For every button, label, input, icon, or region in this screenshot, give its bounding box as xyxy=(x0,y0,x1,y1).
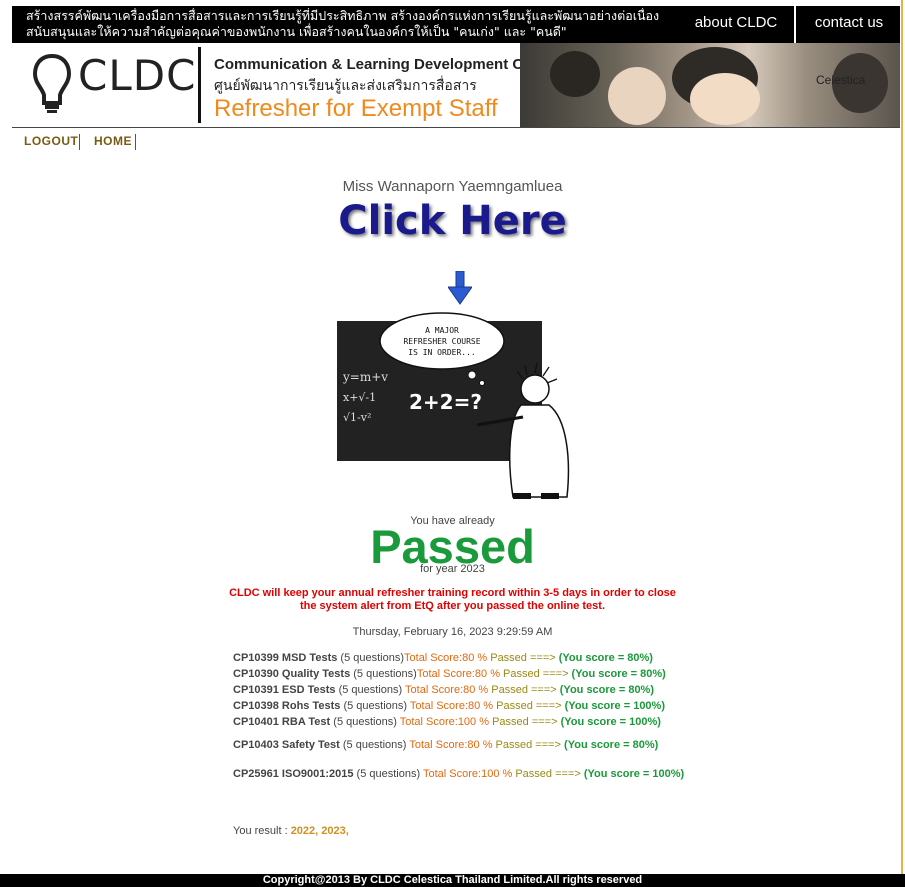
home-link[interactable]: HOME xyxy=(94,134,132,148)
cartoon-board-text: 2+2=? xyxy=(409,390,482,414)
user-name: Miss Wannaporn Yaemngamluea xyxy=(342,178,563,195)
about-link[interactable]: about CLDC xyxy=(688,6,784,43)
logout-link[interactable]: LOGOUT xyxy=(24,134,78,148)
year-text: for year 2023 xyxy=(420,563,485,575)
slogan-line-1: สร้างสรรค์พัฒนาเครื่องมือการสื่อสารและกา… xyxy=(26,8,660,23)
note-line-2: the system alert from EtQ after you pass… xyxy=(299,600,606,612)
result-row: CP10399 MSD Tests (5 questions)Total Sco… xyxy=(233,652,653,664)
nav-separator xyxy=(135,134,136,150)
click-here-link[interactable]: Click Here xyxy=(0,198,905,244)
top-banner: สร้างสรรค์พัฒนาเครื่องมือการสื่อสารและกา… xyxy=(12,6,900,43)
refresher-cartoon-image[interactable]: y=m+v x+√-1 √1-v² A MAJOR REFRESHER COUR… xyxy=(337,309,577,505)
arrow-down-icon xyxy=(448,271,472,305)
result-row: CP10403 Safety Test (5 questions) Total … xyxy=(233,739,659,751)
logo-text[interactable]: CLDC xyxy=(78,51,196,100)
contact-link[interactable]: contact us xyxy=(794,6,902,43)
result-summary: You result : 2022, 2023, xyxy=(233,825,349,837)
result-row: CP10390 Quality Tests (5 questions)Total… xyxy=(233,668,666,680)
svg-text:IS IN ORDER...: IS IN ORDER... xyxy=(408,348,475,357)
nav-separator xyxy=(79,134,80,150)
svg-text:x+√-1: x+√-1 xyxy=(343,391,376,404)
footer-copyright: Copyright@2013 By CLDC Celestica Thailan… xyxy=(0,874,905,887)
slogan-line-2: สนับสนุนและให้ความสำคัญต่อคุณค่าของพนักง… xyxy=(26,24,567,39)
header-subtitle: Refresher for Exempt Staff xyxy=(214,95,498,122)
svg-text:√1-v²: √1-v² xyxy=(343,411,371,424)
slogan: สร้างสรรค์พัฒนาเครื่องมือการสื่อสารและกา… xyxy=(26,8,686,40)
svg-text:y=m+v: y=m+v xyxy=(342,370,388,384)
header-title-en: Communication & Learning Development Cen… xyxy=(214,56,560,73)
svg-text:REFRESHER COURSE: REFRESHER COURSE xyxy=(403,337,480,346)
header-title-th: ศูนย์พัฒนาการเรียนรู้และส่งเสริมการสื่อส… xyxy=(214,78,477,94)
page-border xyxy=(901,0,903,887)
header-divider xyxy=(198,47,201,123)
header-photo: Celestica xyxy=(520,43,900,127)
photo-caption: Celestica xyxy=(816,73,866,87)
result-row: CP10401 RBA Test (5 questions) Total Sco… xyxy=(233,716,661,728)
lightbulb-icon xyxy=(32,53,72,113)
result-summary-label: You result : xyxy=(233,825,291,837)
record-note: CLDC will keep your annual refresher tra… xyxy=(0,587,905,613)
result-row: CP10391 ESD Tests (5 questions) Total Sc… xyxy=(233,684,655,696)
result-summary-value: 2022, 2023, xyxy=(290,825,349,837)
header-divider-line xyxy=(12,127,900,128)
timestamp: Thursday, February 16, 2023 9:29:59 AM xyxy=(352,626,553,638)
result-row: CP10398 Rohs Tests (5 questions) Total S… xyxy=(233,700,665,712)
svg-text:A MAJOR: A MAJOR xyxy=(425,326,459,335)
site-header: CLDC Communication & Learning Developmen… xyxy=(12,43,900,127)
note-line-1: CLDC will keep your annual refresher tra… xyxy=(229,587,676,599)
result-row: CP25961 ISO9001:2015 (5 questions) Total… xyxy=(233,768,685,780)
